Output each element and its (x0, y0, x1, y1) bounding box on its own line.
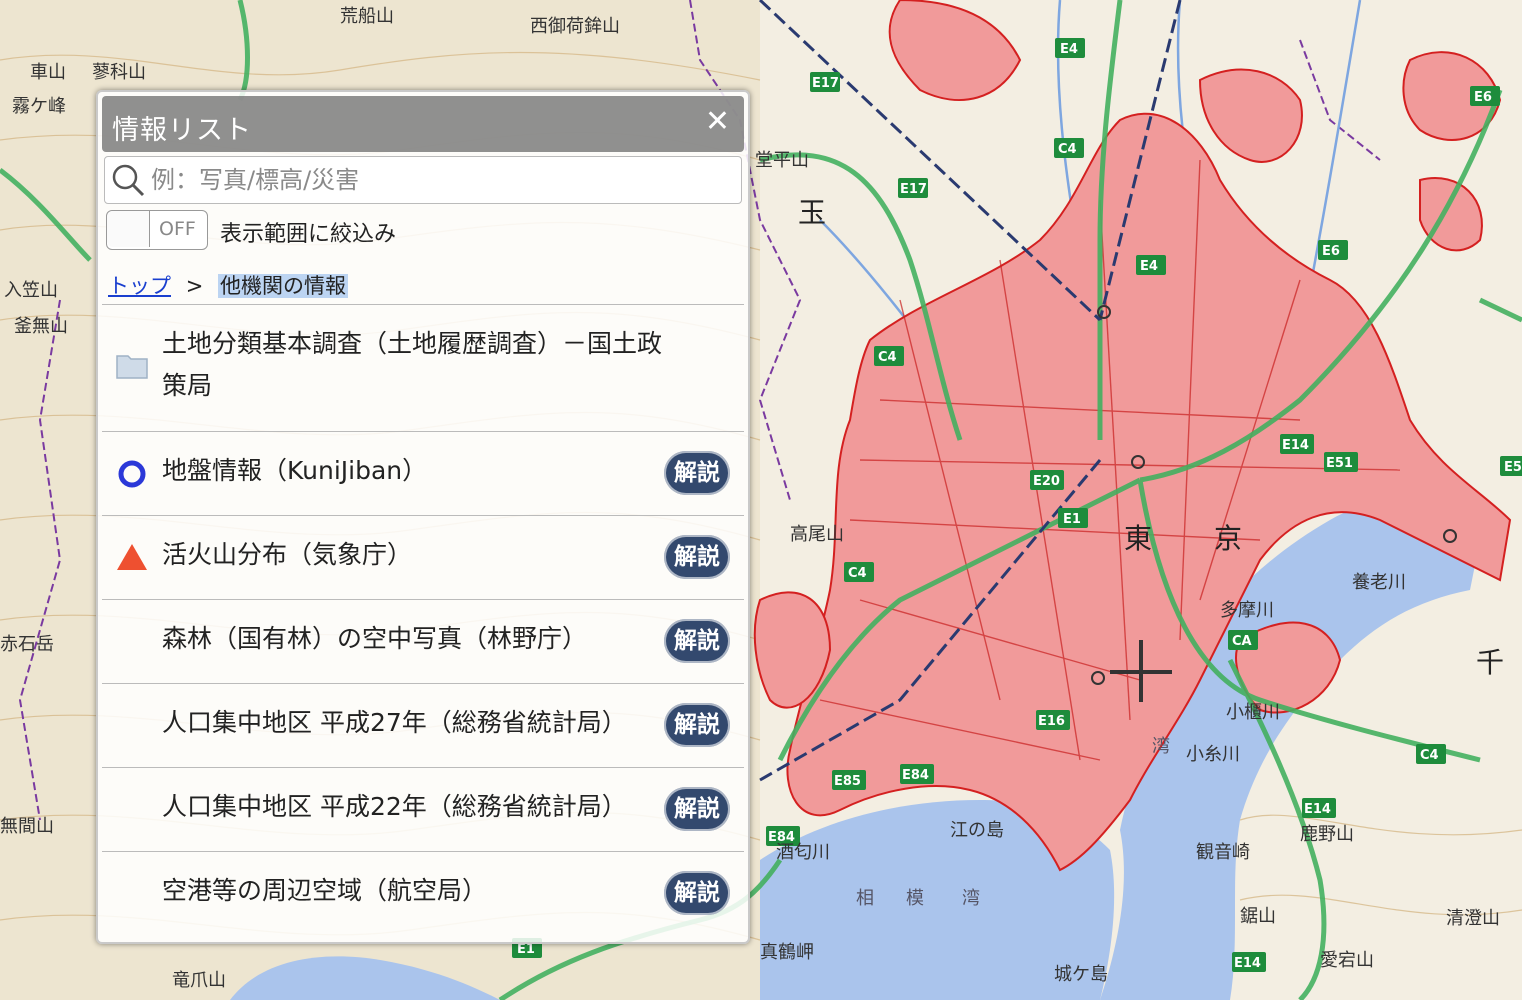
svg-text:釜無山: 釜無山 (14, 316, 68, 337)
search-icon (112, 164, 145, 197)
svg-text:堂平山: 堂平山 (755, 150, 809, 171)
svg-text:E51: E51 (1326, 456, 1353, 471)
svg-text:E4: E4 (1060, 42, 1078, 57)
svg-text:荒船山: 荒船山 (340, 6, 394, 27)
breadcrumb-separator: > (185, 274, 204, 298)
info-list-panel: 情報リスト ✕ OFF 表示範囲に絞込み トップ > 他機関の情報 土地分類基本… (96, 90, 750, 944)
panel-title: 情報リスト (112, 115, 252, 146)
help-button[interactable]: 解説 (664, 619, 730, 663)
help-button[interactable]: 解説 (664, 871, 730, 915)
svg-text:E85: E85 (834, 774, 861, 789)
range-filter-toggle[interactable]: OFF (106, 210, 208, 250)
svg-text:東: 東 (1124, 522, 1152, 555)
list-item-label: 人口集中地区 平成27年（総務省統計局） (162, 708, 627, 737)
svg-text:E4: E4 (1140, 259, 1158, 274)
filter-label: 表示範囲に絞込み (220, 222, 397, 247)
breadcrumb: トップ > 他機関の情報 (108, 270, 348, 300)
svg-text:C4: C4 (1058, 142, 1077, 157)
list-item[interactable]: 地盤情報（KuniJiban） 解説 (102, 432, 744, 516)
svg-text:E1: E1 (1063, 512, 1081, 527)
search-input[interactable] (149, 161, 733, 199)
list-item-label: 地盤情報（KuniJiban） (162, 456, 428, 485)
svg-text:無間山: 無間山 (0, 816, 54, 837)
list-item-label: 森林（国有林）の空中写真（林野庁） (162, 624, 588, 653)
svg-text:霧ケ峰: 霧ケ峰 (12, 96, 66, 117)
svg-text:湾: 湾 (1152, 736, 1170, 757)
help-button[interactable]: 解説 (664, 535, 730, 579)
svg-text:E6: E6 (1474, 90, 1492, 105)
svg-text:E84: E84 (902, 768, 929, 783)
svg-text:城ケ島: 城ケ島 (1054, 964, 1108, 985)
svg-text:江の島: 江の島 (950, 820, 1004, 841)
svg-text:愛宕山: 愛宕山 (1320, 950, 1374, 971)
list-item-label: 土地分類基本調査（土地履歴調査）－国土政策局 (162, 329, 663, 400)
svg-text:湾: 湾 (962, 888, 980, 909)
svg-text:真鶴岬: 真鶴岬 (760, 942, 814, 963)
svg-text:E17: E17 (812, 76, 839, 91)
svg-text:玉: 玉 (798, 196, 826, 229)
list-item-label: 活火山分布（気象庁） (162, 540, 413, 569)
toggle-state: OFF (159, 218, 196, 240)
svg-text:相: 相 (856, 888, 874, 909)
svg-text:小糸川: 小糸川 (1186, 744, 1240, 765)
list-item-label: 人口集中地区 平成22年（総務省統計局） (162, 792, 627, 821)
panel-header[interactable]: 情報リスト ✕ (102, 96, 744, 152)
svg-text:E14: E14 (1304, 802, 1331, 817)
breadcrumb-current: 他機関の情報 (217, 274, 348, 298)
red-triangle-icon (117, 544, 147, 570)
close-icon[interactable]: ✕ (705, 104, 730, 139)
svg-text:鹿野山: 鹿野山 (1300, 824, 1354, 845)
svg-text:C4: C4 (878, 350, 897, 365)
list-item[interactable]: 森林（国有林）の空中写真（林野庁） 解説 (102, 600, 744, 684)
svg-text:西御荷鉾山: 西御荷鉾山 (530, 16, 620, 37)
svg-text:模: 模 (906, 888, 924, 909)
svg-text:E5: E5 (1504, 460, 1522, 475)
help-button[interactable]: 解説 (664, 787, 730, 831)
svg-text:酒匂川: 酒匂川 (776, 842, 830, 863)
svg-text:蓼科山: 蓼科山 (92, 62, 146, 83)
svg-text:観音崎: 観音崎 (1196, 842, 1250, 863)
list-item[interactable]: 空港等の周辺空域（航空局） 解説 (102, 852, 744, 935)
list-item[interactable]: 人口集中地区 平成22年（総務省統計局） 解説 (102, 768, 744, 852)
svg-text:赤石岳: 赤石岳 (0, 634, 54, 655)
svg-text:E20: E20 (1033, 474, 1060, 489)
list-item[interactable]: 人口集中地区 平成27年（総務省統計局） 解説 (102, 684, 744, 768)
svg-text:車山: 車山 (30, 62, 66, 83)
svg-text:竜爪山: 竜爪山 (172, 970, 226, 991)
search-box[interactable] (104, 156, 742, 204)
toggle-knob[interactable] (107, 211, 150, 247)
list-item[interactable]: 土地分類基本調査（土地履歴調査）－国土政策局 (102, 305, 744, 432)
breadcrumb-top-link[interactable]: トップ (108, 274, 171, 298)
blue-circle-icon (118, 460, 146, 488)
filter-row: OFF 表示範囲に絞込み (106, 210, 740, 250)
svg-text:養老川: 養老川 (1352, 572, 1406, 593)
svg-text:高尾山: 高尾山 (790, 524, 844, 545)
help-button[interactable]: 解説 (664, 451, 730, 495)
svg-text:千: 千 (1476, 646, 1504, 679)
info-list: 土地分類基本調査（土地履歴調査）－国土政策局 地盤情報（KuniJiban） 解… (102, 304, 744, 938)
svg-text:E14: E14 (1234, 956, 1261, 971)
svg-text:入笠山: 入笠山 (4, 280, 58, 301)
help-button[interactable]: 解説 (664, 703, 730, 747)
svg-text:E1: E1 (517, 942, 535, 957)
svg-text:E17: E17 (900, 182, 927, 197)
list-item[interactable]: 活火山分布（気象庁） 解説 (102, 516, 744, 600)
folder-icon (116, 355, 148, 379)
svg-text:E16: E16 (1038, 714, 1065, 729)
svg-text:CA: CA (1232, 634, 1252, 649)
list-item-label: 空港等の周辺空域（航空局） (162, 876, 488, 905)
svg-text:多摩川: 多摩川 (1220, 600, 1274, 621)
svg-text:C4: C4 (848, 566, 867, 581)
svg-text:E6: E6 (1322, 244, 1340, 259)
svg-text:C4: C4 (1420, 748, 1439, 763)
svg-text:小櫃川: 小櫃川 (1226, 702, 1280, 723)
svg-text:清澄山: 清澄山 (1446, 908, 1500, 929)
svg-text:鋸山: 鋸山 (1240, 906, 1276, 927)
svg-text:E14: E14 (1282, 438, 1309, 453)
svg-text:京: 京 (1214, 522, 1242, 555)
